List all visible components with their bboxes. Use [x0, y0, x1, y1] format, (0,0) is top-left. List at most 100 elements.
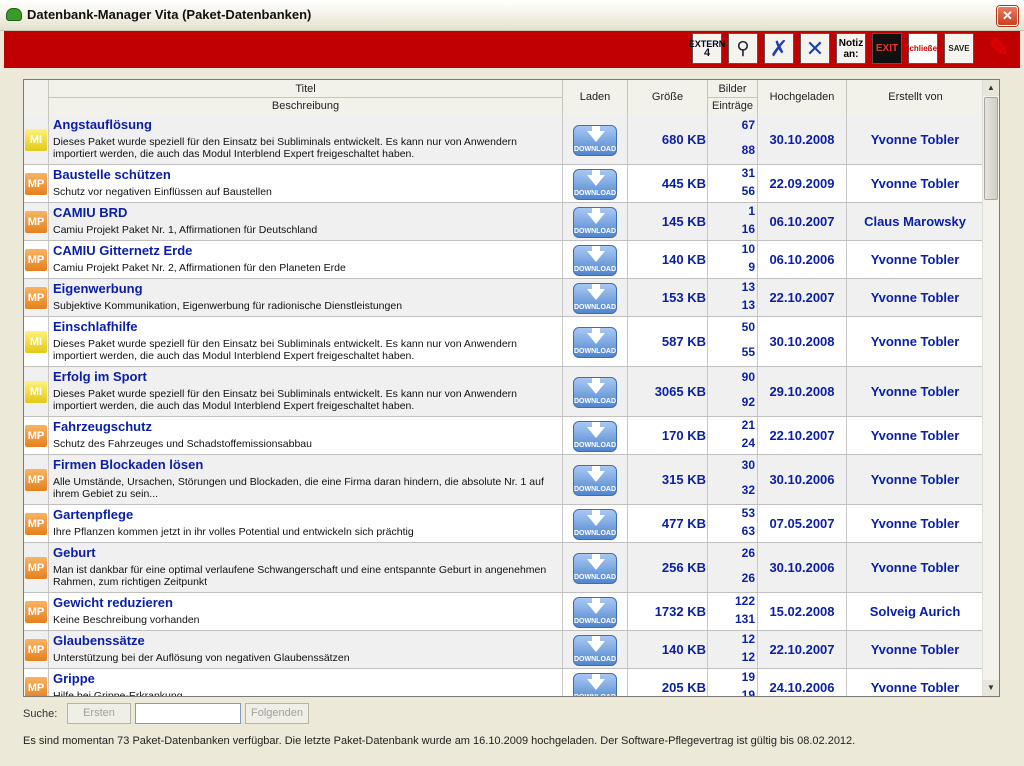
download-label: DOWNLOAD	[574, 228, 616, 235]
table-row[interactable]: MP Glaubenssätze Unterstützung bei der Auf…	[24, 631, 985, 669]
window-title: Datenbank-Manager Vita (Paket-Datenbanke…	[27, 7, 312, 22]
header-titel-beschreibung[interactable]: Titel Beschreibung	[49, 80, 563, 115]
download-button[interactable]: DOWNLOAD	[573, 125, 617, 156]
download-button[interactable]: DOWNLOAD	[573, 169, 617, 200]
table-row[interactable]: MP Baustelle schützen Schutz vor negativen…	[24, 165, 985, 203]
next-button[interactable]: Folgenden	[245, 703, 309, 724]
notiz-button[interactable]: Notiz an:	[836, 33, 866, 64]
scroll-up-icon[interactable]: ▲	[983, 80, 999, 96]
table-row[interactable]: MI Angstauflösung Dieses Paket wurde spezi…	[24, 115, 985, 165]
first-button[interactable]: Ersten	[67, 703, 131, 724]
header-beschreibung: Beschreibung	[271, 100, 340, 112]
package-description: Camiu Projekt Paket Nr. 1, Affirmationen…	[53, 224, 318, 236]
eintraege-count: 131	[734, 612, 755, 626]
pencil-icon[interactable]: ✎	[984, 33, 1014, 64]
window-titlebar: Datenbank-Manager Vita (Paket-Datenbanke…	[0, 0, 1024, 31]
package-title[interactable]: Grippe	[53, 671, 95, 686]
package-title[interactable]: Eigenwerbung	[53, 281, 143, 296]
table-row[interactable]: MP Firmen Blockaden lösen Alle Umstände, U…	[24, 455, 985, 505]
package-title[interactable]: Gewicht reduzieren	[53, 595, 173, 610]
bilder-count: 21	[741, 418, 755, 432]
package-title[interactable]: Angstauflösung	[53, 117, 152, 132]
package-description: Dieses Paket wurde speziell für den Eins…	[53, 136, 517, 160]
download-button[interactable]: DOWNLOAD	[573, 327, 617, 358]
bilder-count: 19	[741, 670, 755, 684]
table-row[interactable]: MP Eigenwerbung Subjektive Kommunikation, …	[24, 279, 985, 317]
app-icon	[6, 8, 22, 21]
package-description: Schutz des Fahrzeuges und Schadstoffemis…	[53, 438, 312, 450]
package-description: Hilfe bei Grippe-Erkrankung	[53, 690, 183, 697]
search-input[interactable]	[135, 703, 241, 724]
save-button[interactable]: SAVE	[944, 33, 974, 64]
mail-cancel-button[interactable]: ✕	[800, 33, 830, 64]
download-arrow-icon	[587, 679, 605, 690]
upload-date: 30.10.2006	[769, 472, 835, 487]
scroll-down-icon[interactable]: ▼	[983, 680, 999, 696]
package-title[interactable]: Firmen Blockaden lösen	[53, 457, 203, 472]
download-label: DOWNLOAD	[574, 486, 616, 493]
header-hochgeladen[interactable]: Hochgeladen	[758, 80, 847, 115]
package-type-badge: MP	[25, 425, 47, 447]
table-row[interactable]: MP Fahrzeugschutz Schutz des Fahrzeuges un…	[24, 417, 985, 455]
upload-date: 07.05.2007	[769, 516, 835, 531]
package-description: Camiu Projekt Paket Nr. 2, Affirmationen…	[53, 262, 346, 274]
package-description: Man ist dankbar für eine optimal verlauf…	[53, 564, 547, 588]
extern-button[interactable]: EXTERN 4	[689, 33, 725, 64]
package-description: Dieses Paket wurde speziell für den Eins…	[53, 338, 517, 362]
package-title[interactable]: Gartenpflege	[53, 507, 133, 522]
author-name: Yvonne Tobler	[870, 176, 960, 191]
upload-date: 22.09.2009	[769, 176, 835, 191]
package-title[interactable]: Fahrzeugschutz	[53, 419, 152, 434]
download-button[interactable]: DOWNLOAD	[573, 597, 617, 628]
package-title[interactable]: Baustelle schützen	[53, 167, 171, 182]
download-button[interactable]: DOWNLOAD	[573, 635, 617, 666]
schliessen-button[interactable]: Schließen	[904, 33, 942, 64]
package-title[interactable]: CAMIU Gitternetz Erde	[53, 243, 192, 258]
package-title[interactable]: Einschlafhilfe	[53, 319, 138, 334]
package-size: 680 KB	[661, 132, 706, 147]
scroll-thumb[interactable]	[984, 97, 998, 200]
package-description: Unterstützung bei der Auflösung von nega…	[53, 652, 350, 664]
upload-date: 30.10.2006	[769, 560, 835, 575]
author-name: Yvonne Tobler	[870, 560, 960, 575]
close-button[interactable]: ✕	[997, 6, 1018, 26]
package-title[interactable]: Glaubenssätze	[53, 633, 145, 648]
header-bilder-eintraege[interactable]: Bilder Einträge	[708, 80, 758, 115]
table-row[interactable]: MP Geburt Man ist dankbar für eine optimal…	[24, 543, 985, 593]
download-label: DOWNLOAD	[574, 530, 616, 537]
eintraege-count: 55	[741, 345, 755, 359]
package-size: 445 KB	[661, 176, 706, 191]
header-laden[interactable]: Laden	[563, 80, 628, 115]
table-row[interactable]: MI Erfolg im Sport Dieses Paket wurde spez…	[24, 367, 985, 417]
table-row[interactable]: MP CAMIU Gitternetz Erde Camiu Projekt Pak…	[24, 241, 985, 279]
download-arrow-icon	[587, 559, 605, 570]
download-button[interactable]: DOWNLOAD	[573, 465, 617, 496]
table-row[interactable]: MP Grippe Hilfe bei Grippe-Erkrankung DOWNL…	[24, 669, 985, 697]
download-button[interactable]: DOWNLOAD	[573, 245, 617, 276]
pencil-cancel-button[interactable]: ✗	[764, 33, 794, 64]
package-title[interactable]: Erfolg im Sport	[53, 369, 147, 384]
header-eintraege: Einträge	[712, 100, 753, 112]
package-title[interactable]: CAMIU BRD	[53, 205, 127, 220]
author-name: Yvonne Tobler	[870, 334, 960, 349]
vertical-scrollbar[interactable]: ▲ ▼	[982, 80, 999, 696]
header-groesse[interactable]: Größe	[628, 80, 708, 115]
download-button[interactable]: DOWNLOAD	[573, 207, 617, 238]
upload-date: 22.10.2007	[769, 428, 835, 443]
envelope-x-icon: ✕	[805, 36, 825, 61]
download-button[interactable]: DOWNLOAD	[573, 553, 617, 584]
exit-button[interactable]: EXIT	[872, 33, 902, 64]
download-button[interactable]: DOWNLOAD	[573, 509, 617, 540]
download-button[interactable]: DOWNLOAD	[573, 283, 617, 314]
table-row[interactable]: MP CAMIU BRD Camiu Projekt Paket Nr. 1, Af…	[24, 203, 985, 241]
download-button[interactable]: DOWNLOAD	[573, 673, 617, 696]
download-label: DOWNLOAD	[574, 146, 616, 153]
download-button[interactable]: DOWNLOAD	[573, 421, 617, 452]
download-button[interactable]: DOWNLOAD	[573, 377, 617, 408]
package-title[interactable]: Geburt	[53, 545, 96, 560]
search-replace-button[interactable]: ⚲	[728, 33, 758, 64]
table-row[interactable]: MI Einschlafhilfe Dieses Paket wurde spezi…	[24, 317, 985, 367]
header-erstellt-von[interactable]: Erstellt von	[847, 80, 985, 115]
table-row[interactable]: MP Gewicht reduzieren Keine Beschreibung v…	[24, 593, 985, 631]
table-row[interactable]: MP Gartenpflege Ihre Pflanzen kommen jetzt…	[24, 505, 985, 543]
